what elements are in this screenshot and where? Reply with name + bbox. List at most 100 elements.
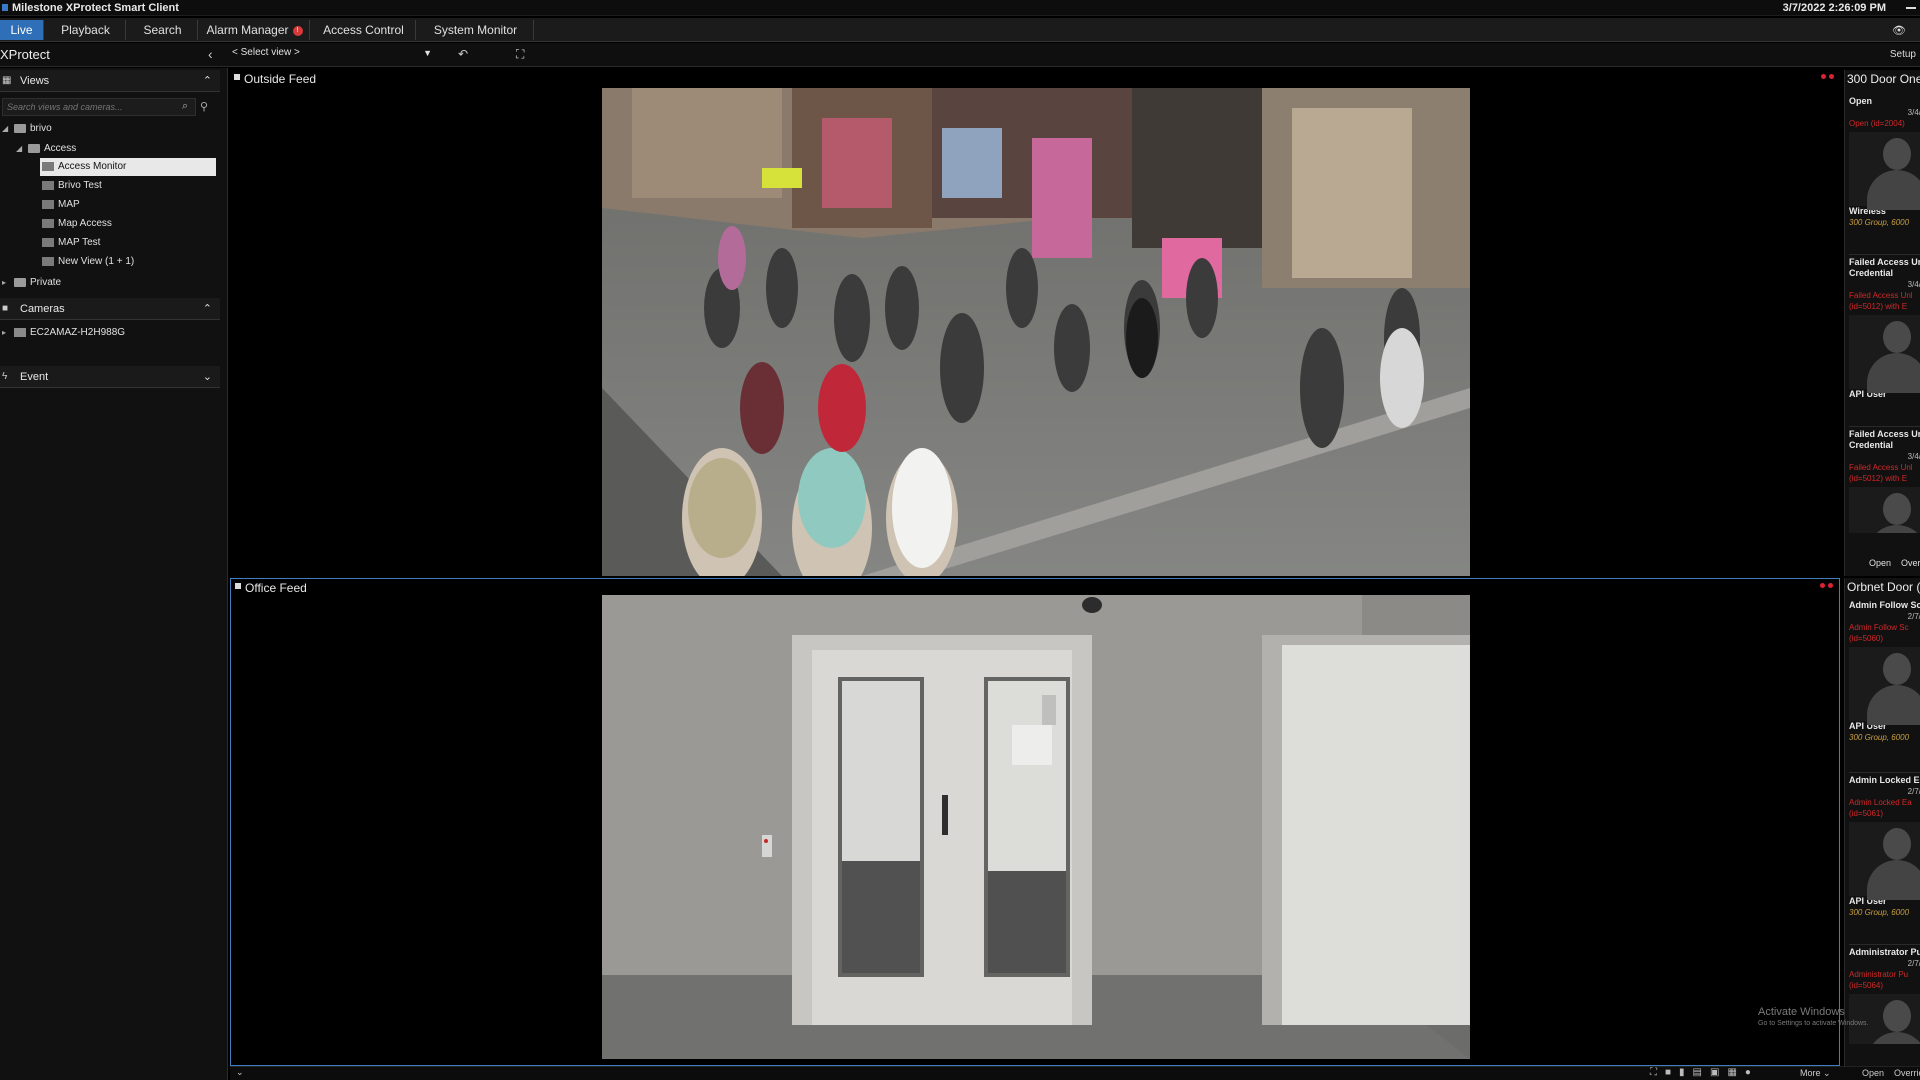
event-header: Admin Locked E (1849, 775, 1920, 785)
camera-tile-office[interactable]: Office Feed (230, 578, 1840, 1066)
clock-readout: 3/7/2022 2:26:09 PM (1782, 2, 1886, 14)
view-grid: Outside Feed Office Feed (230, 70, 1840, 1066)
tab-label: System Monitor (433, 23, 518, 37)
camera-flag-icon (235, 583, 241, 589)
chevron-up-icon[interactable]: ⌃ (203, 74, 212, 87)
watermark-line2: Go to Settings to activate Windows. (1758, 1020, 1869, 1027)
select-view-dropdown[interactable]: < Select view > ▼ (232, 47, 438, 63)
app-icon (2, 4, 8, 11)
event-detail: Administrator Pu (1849, 970, 1909, 979)
chevron-down-icon[interactable]: ⌄ (203, 370, 212, 383)
map-view-icon (42, 237, 54, 247)
chevron-down-icon[interactable]: ⌄ (236, 1067, 244, 1078)
main-tab-bar: Live Playback Search Alarm Manager! Acce… (0, 18, 1920, 42)
tree-view-brivo-test[interactable]: Brivo Test (42, 177, 102, 195)
tree-item-label: Brivo Test (58, 180, 102, 191)
event-detail-line2: (id=5061) (1849, 809, 1884, 818)
folder-icon (14, 277, 26, 287)
search-input[interactable] (2, 98, 196, 116)
filter-icon[interactable]: ⚲ (200, 100, 208, 113)
select-view-value: < Select view > (232, 47, 300, 58)
live-indicator-icon (1828, 583, 1833, 588)
tree-folder-private[interactable]: ▸ Private (2, 274, 62, 292)
eye-icon[interactable]: 👁 (1892, 24, 1914, 37)
override-button[interactable]: Overric (1901, 558, 1920, 568)
outside-video-frame[interactable] (602, 88, 1470, 576)
recording-indicator-icon (1821, 74, 1826, 79)
event-detail: Failed Access Unl (1849, 463, 1913, 472)
tab-label: Playback (61, 23, 110, 37)
undo-view-icon[interactable]: ↶ (458, 47, 468, 61)
tree-view-map-test[interactable]: MAP Test (42, 234, 100, 252)
tab-system-monitor[interactable]: System Monitor (418, 20, 534, 40)
camera-tile-outside[interactable]: Outside Feed (230, 70, 1840, 576)
user-photo-placeholder-icon (1849, 132, 1920, 210)
user-photo-placeholder-icon (1849, 315, 1920, 393)
tree-folder-brivo[interactable]: ◢ brivo (2, 120, 52, 138)
event-detail-line2: (id=5060) (1849, 634, 1884, 643)
more-label: More (1800, 1068, 1821, 1078)
collapse-sidebar-icon[interactable]: ‹ (208, 46, 213, 62)
tree-view-new-view[interactable]: New View (1 + 1) (42, 253, 134, 271)
event-detail: Admin Follow Sc (1849, 623, 1909, 632)
door-actions: Open Overric (1869, 558, 1920, 568)
event-date: 3/4/ (1907, 452, 1920, 461)
tree-view-access-monitor[interactable]: Access Monitor (40, 158, 216, 176)
minimize-button[interactable] (1906, 7, 1916, 9)
tab-live[interactable]: Live (0, 20, 44, 40)
camera-title: Office Feed (245, 581, 307, 595)
event-header: Admin Follow Sc (1849, 600, 1920, 610)
watermark-line1: Activate Windows (1758, 1006, 1845, 1018)
event-date: 2/7/ (1907, 959, 1920, 968)
tab-playback[interactable]: Playback (46, 20, 126, 40)
sidebar: ▦ Views ⌃ ⌕ ⚲ ◢ brivo ◢ Access Access Moni… (0, 68, 228, 1080)
search-icon[interactable]: ⌕ (182, 100, 188, 113)
tab-label: Access Control (323, 23, 404, 37)
access-event[interactable]: Admin Locked E 2/7/ Admin Locked Ea (id=… (1849, 772, 1920, 918)
expand-arrow-icon[interactable]: ▸ (2, 274, 6, 292)
grid-icon: ▦ (2, 75, 12, 86)
tree-item-label: Private (30, 277, 62, 288)
fullscreen-icon[interactable]: ⛶ (516, 47, 524, 62)
more-button[interactable]: More ⌄ (1800, 1068, 1831, 1079)
tab-search[interactable]: Search (128, 20, 198, 40)
camera-toolbar-icons[interactable]: ⛶■▮▤▣▦● (1650, 1067, 1759, 1078)
access-event[interactable]: Open 3/4/ Open (id=2004) Wireless 300 Gr… (1849, 96, 1920, 228)
override-button[interactable]: Overric (1894, 1068, 1920, 1078)
tree-item-label: Map Access (58, 218, 112, 229)
event-date: 3/4/ (1907, 280, 1920, 289)
event-detail-line2: (id=5064) (1849, 981, 1884, 990)
chevron-up-icon[interactable]: ⌃ (203, 302, 212, 315)
event-date: 2/7/ (1907, 787, 1920, 796)
tree-camera-server[interactable]: ▸ EC2AMAZ-H2H988G (2, 324, 125, 342)
cameras-panel-header[interactable]: ■ Cameras ⌃ (0, 298, 220, 320)
views-panel-header[interactable]: ▦ Views ⌃ (0, 70, 220, 92)
access-monitor-panel-top: 300 Door One Open 3/4/ Open (id=2004) Wi… (1844, 70, 1920, 576)
expand-arrow-icon[interactable]: ▸ (2, 324, 6, 342)
tab-alarm-manager[interactable]: Alarm Manager! (200, 20, 310, 40)
event-panel-header[interactable]: ϟ Event ⌄ (0, 366, 220, 388)
event-group: 300 Group, 6000 (1849, 218, 1910, 227)
view-layout-icon (42, 180, 54, 190)
open-door-button[interactable]: Open (1869, 558, 1891, 568)
access-event[interactable]: Failed Access Un Credential 3/4/ Failed … (1849, 426, 1920, 533)
tab-access-control[interactable]: Access Control (312, 20, 416, 40)
event-detail-line2: (id=5012) with E (1849, 474, 1908, 483)
event-group: 300 Group, 6000 (1849, 908, 1910, 917)
access-event[interactable]: Failed Access Un Credential 3/4/ Failed … (1849, 254, 1920, 400)
office-video-frame[interactable] (602, 595, 1470, 1059)
camera-icon: ■ (2, 303, 9, 314)
event-detail: Open (id=2004) (1849, 119, 1905, 128)
open-door-button[interactable]: Open (1862, 1068, 1884, 1078)
tree-view-map[interactable]: MAP (42, 196, 80, 214)
view-toolbar: XProtect ‹ < Select view > ▼ ↶ ⛶ Setup (0, 43, 1920, 67)
recording-indicator-icon (1820, 583, 1825, 588)
expand-arrow-icon[interactable]: ◢ (16, 140, 22, 158)
setup-button[interactable]: Setup (1890, 49, 1916, 60)
tree-folder-access[interactable]: ◢ Access (16, 140, 76, 158)
expand-arrow-icon[interactable]: ◢ (2, 120, 8, 138)
access-event[interactable]: Admin Follow Sc 2/7/ Admin Follow Sc (id… (1849, 600, 1920, 743)
event-header-line2: Credential (1849, 268, 1894, 278)
tree-view-map-access[interactable]: Map Access (42, 215, 112, 233)
tree-item-label: brivo (30, 123, 52, 134)
